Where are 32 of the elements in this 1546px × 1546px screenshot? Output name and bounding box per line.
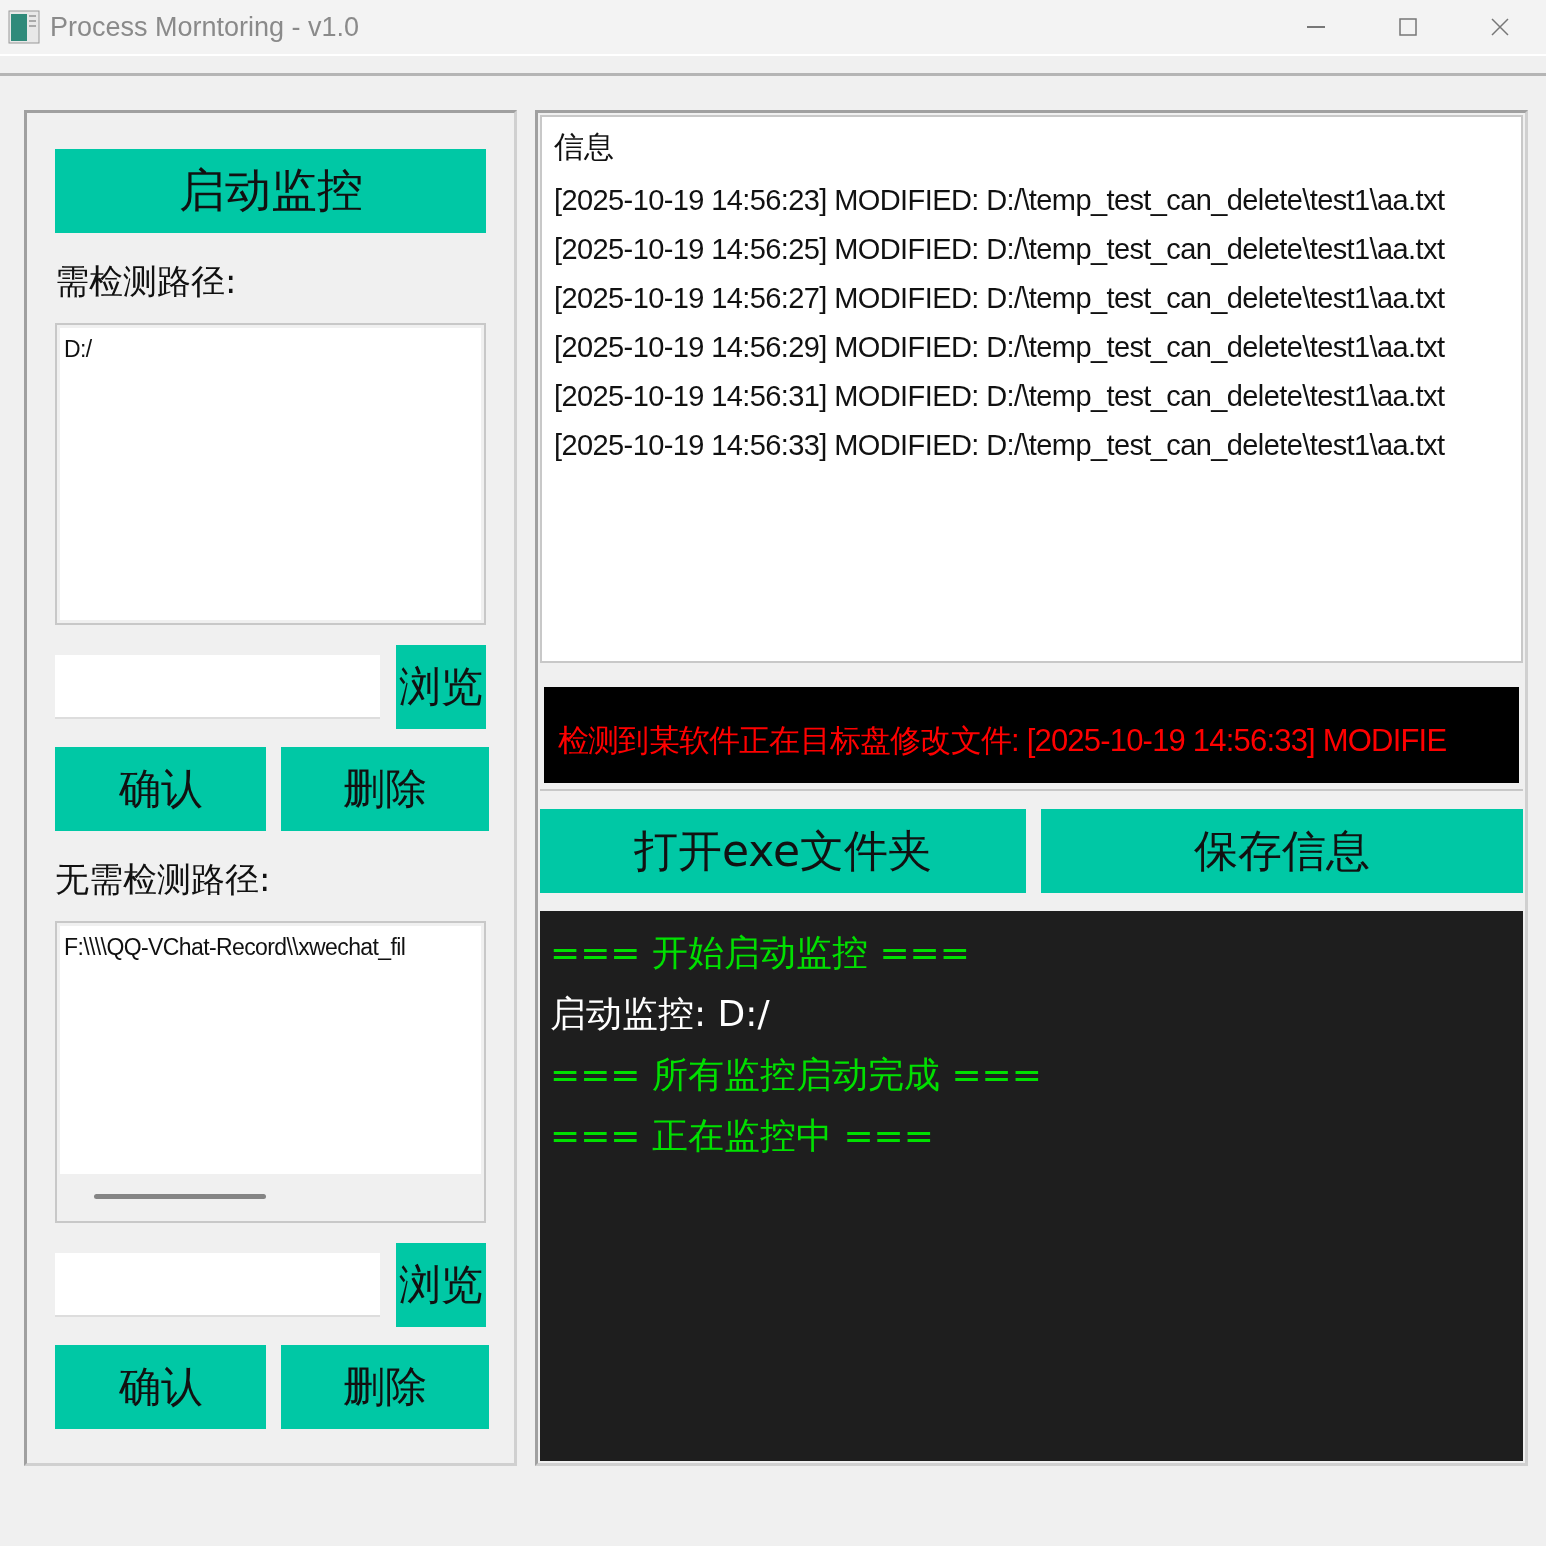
delete-button[interactable]: 删除 bbox=[281, 1345, 489, 1429]
browse-button[interactable]: 浏览 bbox=[395, 645, 486, 729]
log-entry[interactable]: [2025-10-19 14:56:25] MODIFIED: D:/\temp_test_can_delete\test1\aa.txt bbox=[554, 233, 1509, 266]
delete-button[interactable]: 删除 bbox=[281, 747, 489, 831]
section-label: 无需检测路径: bbox=[55, 858, 272, 901]
confirm-button[interactable]: 确认 bbox=[55, 1345, 266, 1429]
log-entry[interactable]: [2025-10-19 14:56:27] MODIFIED: D:/\temp_test_can_delete\test1\aa.txt bbox=[554, 282, 1509, 315]
console-line: 启动监控: D:/ bbox=[550, 992, 771, 1036]
confirm-button[interactable]: 确认 bbox=[55, 747, 266, 831]
log-entry[interactable]: [2025-10-19 14:56:29] MODIFIED: D:/\temp_test_can_delete\test1\aa.txt bbox=[554, 331, 1509, 364]
section-label: 需检测路径: bbox=[55, 260, 238, 303]
window-title: Process Morntoring - v1.0 bbox=[50, 11, 361, 43]
action-button[interactable]: 保存信息 bbox=[1041, 809, 1523, 893]
scrollbar-thumb[interactable] bbox=[94, 1193, 266, 1199]
path-item[interactable]: F:\\\\QQ-VChat-Record\\xwechat_fil bbox=[64, 934, 406, 961]
path-list[interactable]: F:\\\\QQ-VChat-Record\\xwechat_fil bbox=[55, 921, 486, 1223]
log-entry[interactable]: [2025-10-19 14:56:31] MODIFIED: D:/\temp_test_can_delete\test1\aa.txt bbox=[554, 380, 1509, 413]
alert-text: 检测到某软件正在目标盘修改文件: [2025-10-19 14:56:33] MODIFIE bbox=[558, 722, 1447, 760]
list-header: 信息 bbox=[554, 128, 615, 166]
start-monitor-button[interactable]: 启动监控 bbox=[55, 149, 486, 233]
browse-button[interactable]: 浏览 bbox=[395, 1243, 486, 1327]
path-item[interactable]: D:/ bbox=[64, 336, 92, 363]
action-button[interactable]: 打开exe文件夹 bbox=[540, 809, 1026, 893]
console-line: === 开始启动监控 === bbox=[550, 931, 971, 975]
path-input[interactable] bbox=[55, 655, 380, 719]
console-line: === 正在监控中 === bbox=[550, 1114, 935, 1158]
log-entry[interactable]: [2025-10-19 14:56:33] MODIFIED: D:/\temp_test_can_delete\test1\aa.txt bbox=[554, 429, 1509, 462]
app-icon bbox=[8, 10, 40, 44]
console-line: === 所有监控启动完成 === bbox=[550, 1053, 1043, 1097]
path-list[interactable]: D:/ bbox=[55, 323, 486, 625]
path-input[interactable] bbox=[55, 1253, 380, 1317]
log-entry[interactable]: [2025-10-19 14:56:23] MODIFIED: D:/\temp_test_can_delete\test1\aa.txt bbox=[554, 184, 1509, 217]
